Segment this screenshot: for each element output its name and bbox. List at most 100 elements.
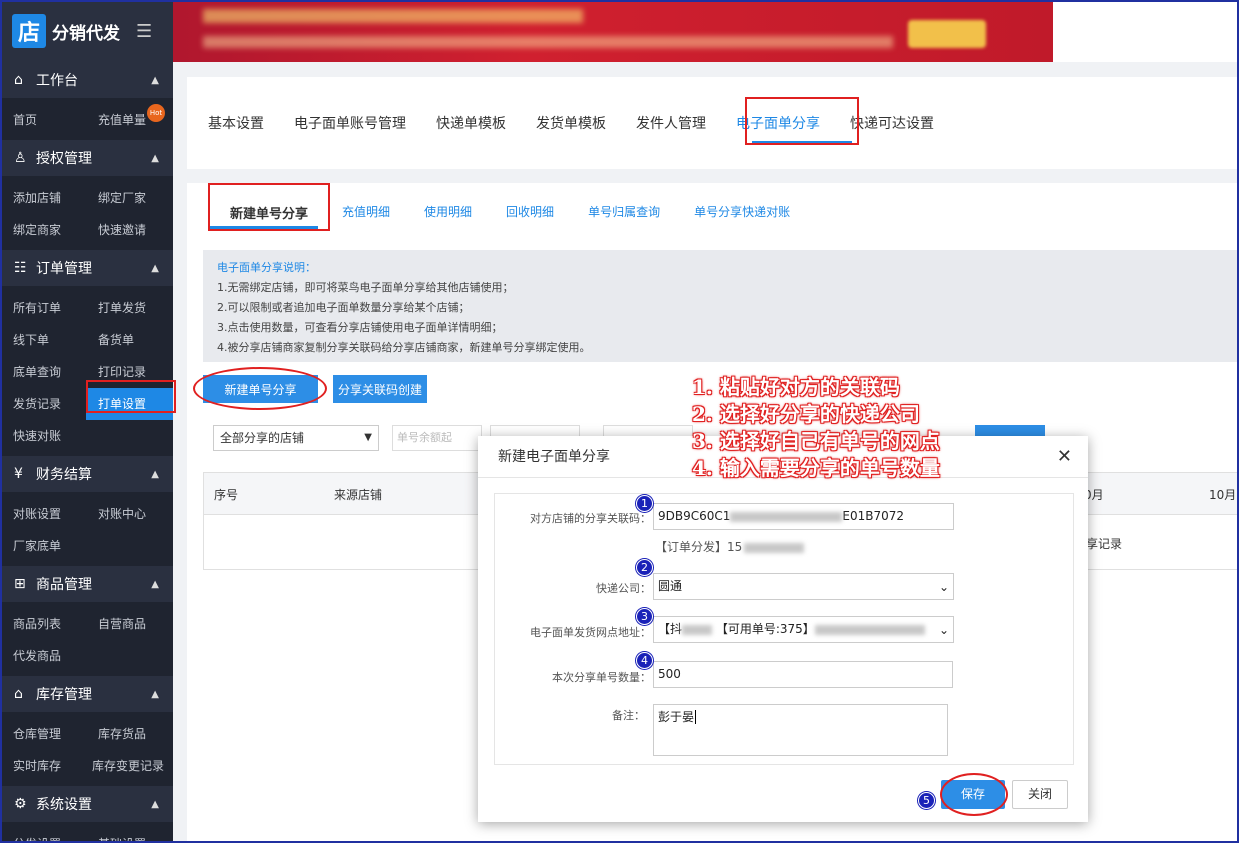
sidebar-item-stock-changes[interactable]: 库存变更记录 [86,750,173,782]
sidebar-item-stock-goods[interactable]: 库存货品 [86,718,173,750]
subtab-usage-detail[interactable]: 使用明细 [424,201,472,224]
sidebar-section-inventory[interactable]: ⌂ 库存管理 ▲ [0,676,173,712]
menu-toggle-icon[interactable]: ☰ [136,21,152,42]
tab-reachable-settings[interactable]: 快递可达设置 [850,108,934,138]
sidebar-item-bind-factory[interactable]: 绑定厂家 [86,182,173,214]
courier-select[interactable]: 圆通 ⌄ [653,573,954,600]
share-code-end: E01B7072 [842,509,905,523]
annotation-line: 1. 粘贴好对方的关联码 [692,375,900,399]
highlight-oval-new-share [193,367,327,410]
caret-up-icon[interactable]: ▲ [151,799,159,810]
logo-bar: 店 分销代发 ☰ [0,0,173,62]
yen-icon: ¥ [14,466,23,482]
sidebar-item-stock-list[interactable]: 备货单 [86,324,173,356]
subtab-share-reconcile[interactable]: 单号分享快递对账 [694,201,790,224]
note-label: 备注： [612,709,645,722]
tab-waybill-accounts[interactable]: 电子面单账号管理 [294,108,406,138]
caret-up-icon[interactable]: ▲ [151,579,159,590]
step-badge-1: 1 [636,495,653,512]
sidebar-item-recharge[interactable]: 充值单量 Hot [86,104,173,136]
order-icon: ☷ [14,260,27,276]
annotation-line: 3. 选择好自己有单号的网点 [692,429,940,453]
sidebar-item-dist-settings[interactable]: 分发设置 [0,828,86,843]
tab-delivery-template[interactable]: 发货单模板 [536,108,606,138]
warehouse-icon: ⌂ [14,686,23,702]
notice-heading: 电子面单分享说明： [217,261,316,274]
sidebar-section-finance[interactable]: ¥ 财务结算 ▲ [0,456,173,492]
sidebar-item-own-products[interactable]: 自营商品 [86,608,173,640]
quantity-input[interactable]: 500 [653,661,953,688]
col-month-10: 10月 [1209,488,1237,502]
caret-up-icon[interactable]: ▲ [151,469,159,480]
sidebar-item-base-query[interactable]: 底单查询 [0,356,86,388]
tab-basic-settings[interactable]: 基本设置 [208,108,264,138]
hot-badge: Hot [147,104,165,122]
balance-filter-input[interactable]: 单号余额起 [392,425,482,451]
sidebar-item-product-list[interactable]: 商品列表 [0,608,86,640]
shop-filter-select[interactable]: 全部分享的店铺 ▼ [213,425,379,451]
subtab-ownership-query[interactable]: 单号归属查询 [588,201,660,224]
ad-banner[interactable] [173,0,1053,62]
note-value: 彭于晏 [658,710,695,724]
share-code-input[interactable]: 9DB9C60C1 E01B7072 [653,503,954,530]
sidebar-item-warehouse[interactable]: 仓库管理 [0,718,86,750]
sidebar-section-workbench[interactable]: ⌂ 工作台 ▲ [0,62,173,98]
dialog-title: 新建电子面单分享 [498,449,610,465]
branch-label: 电子面单发货网点地址： [530,626,651,639]
sidebar-item-home[interactable]: 首页 [0,104,86,136]
sidebar-item-quick-invite[interactable]: 快速邀请 [86,214,173,246]
create-share-code-button[interactable]: 分享关联码创建 [333,375,427,403]
annotation-line: 4. 输入需要分享的单号数量 [692,456,940,480]
sidebar-item-bind-merchant[interactable]: 绑定商家 [0,214,86,246]
caret-up-icon[interactable]: ▲ [151,75,159,86]
highlight-box-print-settings [86,380,176,413]
sidebar-section-orders[interactable]: ☷ 订单管理 ▲ [0,250,173,286]
caret-up-icon[interactable]: ▲ [151,263,159,274]
instruction-annotation: 1. 粘贴好对方的关联码 2. 选择好分享的快递公司 3. 选择好自己有单号的网… [692,374,940,482]
step-badge-2: 2 [636,559,653,576]
sidebar-item-ship-log[interactable]: 发货记录 [0,388,86,420]
sidebar-section-system[interactable]: ⚙ 系统设置 ▲ [0,786,173,822]
notice-line: 2.可以限制或者追加电子面单数量分享给某个店铺； [217,301,470,314]
sidebar-section-label: 授权管理 [36,151,92,167]
highlight-box-waybill-share [745,97,859,145]
sidebar-item-add-shop[interactable]: 添加店铺 [0,182,86,214]
sidebar-item-reconcile-center[interactable]: 对账中心 [86,498,173,530]
settings-icon: ⚙ [14,796,27,812]
sidebar-item-basic-settings[interactable]: 基础设置 [86,828,173,843]
table-row-link[interactable]: 享记录 [1086,535,1122,552]
sidebar-section-label: 商品管理 [36,577,92,593]
sidebar-item-print-ship[interactable]: 打单发货 [86,292,173,324]
close-icon[interactable]: ✕ [1057,436,1072,478]
note-textarea[interactable]: 彭于晏 [653,704,948,756]
home-icon: ⌂ [14,72,23,88]
sidebar: 店 分销代发 ☰ ⌂ 工作台 ▲ 首页 充值单量 Hot ♙ 授权管理 ▲ 添加… [0,0,173,843]
sidebar-section-auth[interactable]: ♙ 授权管理 ▲ [0,140,173,176]
user-icon: ♙ [14,150,27,166]
sidebar-section-label: 库存管理 [36,687,92,703]
step-badge-5: 5 [918,792,935,809]
sidebar-item-offline[interactable]: 线下单 [0,324,86,356]
sidebar-item-factory-base[interactable]: 厂家底单 [0,530,86,562]
close-button[interactable]: 关闭 [1012,780,1068,809]
share-instructions: 电子面单分享说明： 1.无需绑定店铺，即可将菜鸟电子面单分享给其他店铺使用； 2… [203,250,1239,362]
sidebar-item-all-orders[interactable]: 所有订单 [0,292,86,324]
tab-sender-management[interactable]: 发件人管理 [636,108,706,138]
step-badge-3: 3 [636,608,653,625]
sidebar-item-reconcile-settings[interactable]: 对账设置 [0,498,86,530]
caret-up-icon[interactable]: ▲ [151,689,159,700]
quantity-label: 本次分享单号数量： [552,671,651,684]
subtab-recharge-detail[interactable]: 充值明细 [342,201,390,224]
sidebar-item-realtime-stock[interactable]: 实时库存 [0,750,86,782]
step-badge-4: 4 [636,652,653,669]
subtab-recycle-detail[interactable]: 回收明细 [506,201,554,224]
caret-up-icon[interactable]: ▲ [151,153,159,164]
sidebar-section-label: 系统设置 [36,797,92,813]
branch-select[interactable]: 【抖 【可用单号:375】 ⌄ [653,616,954,643]
topbar-right [1053,0,1239,62]
sidebar-section-products[interactable]: ⊞ 商品管理 ▲ [0,566,173,602]
tab-express-template[interactable]: 快递单模板 [436,108,506,138]
sidebar-item-quick-reconcile[interactable]: 快速对账 [0,420,86,452]
sidebar-item-dropship-products[interactable]: 代发商品 [0,640,86,672]
chevron-down-icon: ⌄ [938,623,949,637]
